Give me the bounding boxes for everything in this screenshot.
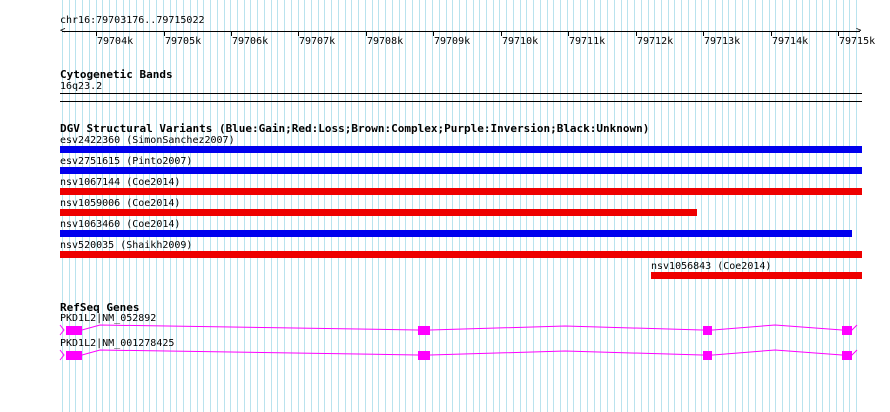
- utr-start-marker: [59, 324, 65, 336]
- genome-browser-view: chr16:79703176..79715022 < > 79704k 7970…: [0, 0, 890, 412]
- variant-bar-loss[interactable]: [60, 188, 862, 195]
- utr-start-marker: [59, 349, 65, 361]
- transcript-model[interactable]: [0, 320, 890, 340]
- ruler-tick-label: 79712k: [637, 36, 674, 47]
- ruler-tick-label: 79711k: [569, 36, 606, 47]
- dgv-track-title: DGV Structural Variants (Blue:Gain;Red:L…: [60, 122, 650, 135]
- ruler-tick-label: 79713k: [704, 36, 741, 47]
- cytoband-line-bottom: [60, 101, 862, 102]
- variant-bar-gain[interactable]: [60, 167, 862, 174]
- variant-bar-loss[interactable]: [651, 272, 862, 279]
- exon-block: [66, 326, 82, 335]
- exon-block: [842, 326, 852, 335]
- ruler-tick-label: 79707k: [299, 36, 336, 47]
- ruler-tick-label: 79710k: [502, 36, 539, 47]
- region-label: chr16:79703176..79715022: [60, 15, 205, 26]
- ruler-line: [62, 31, 860, 32]
- ruler-right-arrow-icon: >: [856, 26, 862, 36]
- exon-block: [418, 326, 430, 335]
- ruler-tick-label: 79706k: [232, 36, 269, 47]
- variant-bar-loss[interactable]: [60, 251, 862, 258]
- ruler-tick-label: 79704k: [97, 36, 134, 47]
- exon-block: [418, 351, 430, 360]
- variant-bar-gain[interactable]: [60, 230, 852, 237]
- exon-block: [66, 351, 82, 360]
- ruler-tick-label: 79708k: [367, 36, 404, 47]
- variant-bar-loss[interactable]: [60, 209, 697, 216]
- exon-block: [703, 351, 712, 360]
- cytoband-track-title: Cytogenetic Bands: [60, 68, 173, 81]
- variant-bar-gain[interactable]: [60, 146, 862, 153]
- ruler-tick-label: 79709k: [434, 36, 471, 47]
- ruler-tick-label: 79715k: [839, 36, 876, 47]
- intron-line: [66, 324, 858, 331]
- cytoband-label: 16q23.2: [60, 81, 103, 92]
- transcript-model[interactable]: [0, 345, 890, 365]
- exon-block: [703, 326, 712, 335]
- cytoband-line-top: [60, 93, 862, 94]
- ruler-tick-label: 79705k: [165, 36, 202, 47]
- ruler-tick-label: 79714k: [772, 36, 809, 47]
- exon-block: [842, 351, 852, 360]
- ruler-left-arrow-icon: <: [60, 26, 66, 36]
- intron-line: [66, 349, 858, 356]
